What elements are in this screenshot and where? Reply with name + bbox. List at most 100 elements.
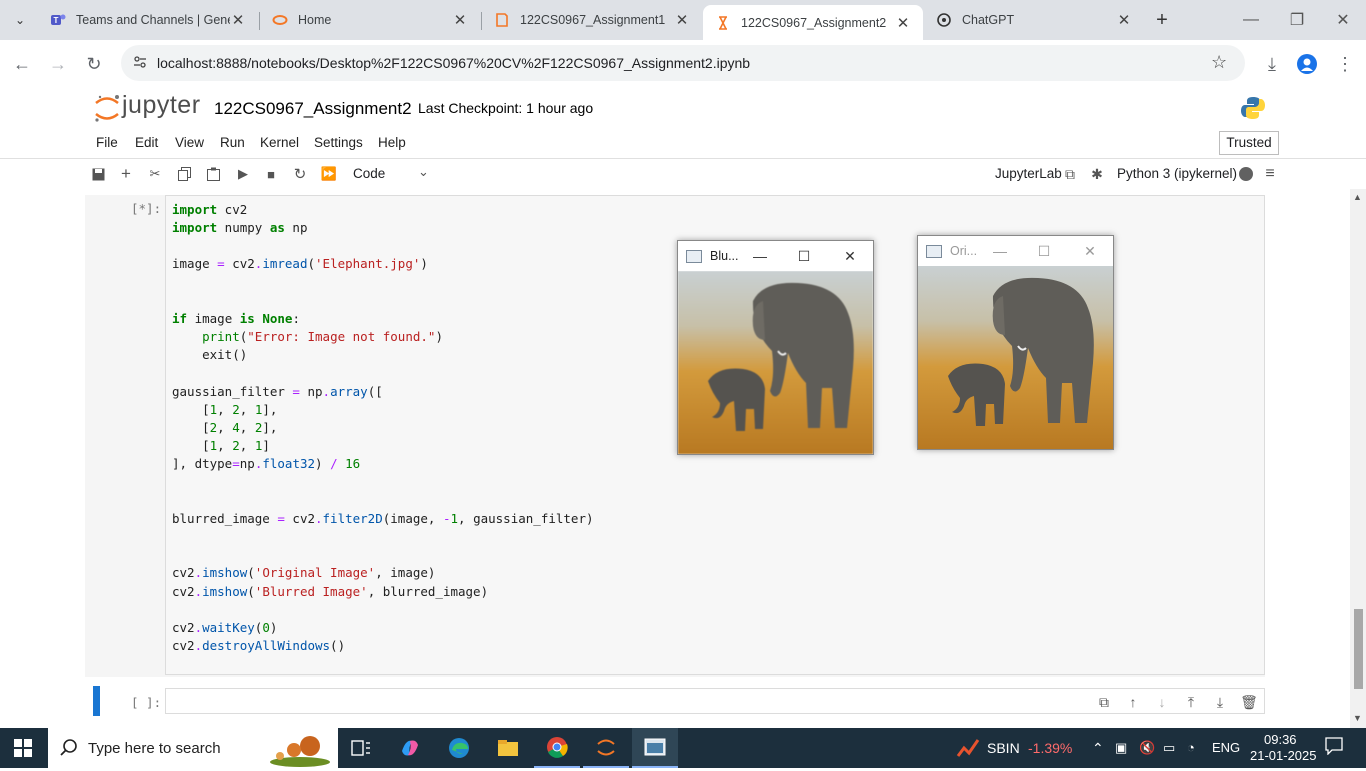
- menu-run[interactable]: Run: [220, 135, 245, 150]
- menu-kernel[interactable]: Kernel: [260, 135, 299, 150]
- insert-below-icon[interactable]: ⤓: [1211, 693, 1229, 711]
- menu-help[interactable]: Help: [378, 135, 406, 150]
- chrome-icon[interactable]: [534, 728, 580, 768]
- tab-assignment2[interactable]: 122CS0967_Assignment2 ✕: [703, 5, 923, 40]
- delete-cell-icon[interactable]: 🗑: [1240, 693, 1258, 711]
- scrollbar[interactable]: ▲ ▼: [1350, 189, 1366, 728]
- fast-forward-icon[interactable]: ⏩: [320, 165, 338, 183]
- file-explorer-icon[interactable]: [485, 728, 531, 768]
- windows-taskbar: Type here to search SBIN -1.39% ⌃ ▣ 🔇 ▭ …: [0, 728, 1366, 768]
- jupyter-logo-icon[interactable]: [92, 93, 122, 123]
- jupyterlab-link[interactable]: JupyterLab: [995, 166, 1062, 181]
- code-line: [1, 2, 1],: [172, 402, 278, 417]
- display-icon[interactable]: ▭: [1163, 740, 1175, 756]
- move-up-icon[interactable]: ↑: [1124, 693, 1142, 711]
- tab-assignment1[interactable]: 122CS0967_Assignment1 ✕: [482, 0, 702, 40]
- stock-widget-icon[interactable]: [956, 738, 980, 761]
- close-icon[interactable]: ✕: [838, 245, 862, 267]
- jupyter-icon: [272, 12, 288, 28]
- tab-chatgpt[interactable]: ChatGPT ✕: [924, 0, 1144, 40]
- new-tab-button[interactable]: +: [1150, 8, 1174, 32]
- menu-file[interactable]: File: [96, 135, 118, 150]
- stock-change[interactable]: -1.39%: [1028, 740, 1072, 756]
- maximize-icon[interactable]: ☐: [1032, 240, 1056, 262]
- show-hidden-icons-chevron-icon[interactable]: ⌃: [1092, 740, 1104, 757]
- original-image-window[interactable]: Ori... — ☐ ✕: [917, 235, 1114, 450]
- close-icon[interactable]: ✕: [895, 15, 911, 32]
- minimize-icon[interactable]: —: [1228, 0, 1274, 40]
- windows-start-icon[interactable]: [0, 728, 46, 768]
- copilot-icon[interactable]: [387, 728, 433, 768]
- kernel-name[interactable]: Python 3 (ipykernel): [1117, 166, 1237, 181]
- notifications-icon[interactable]: [1325, 737, 1343, 758]
- trusted-badge[interactable]: Trusted: [1219, 131, 1279, 155]
- chevron-down-icon[interactable]: ⌄: [418, 164, 429, 180]
- forward-icon[interactable]: →: [46, 52, 70, 76]
- move-down-icon[interactable]: ↓: [1153, 693, 1171, 711]
- address-bar[interactable]: localhost:8888/notebooks/Desktop%2F122CS…: [121, 45, 1245, 81]
- scrollbar-thumb[interactable]: [1354, 609, 1363, 689]
- tab-teams[interactable]: T Teams and Channels | Gene ✕: [38, 0, 258, 40]
- code-line: blurred_image = cv2.filter2D(image, -1, …: [172, 511, 594, 526]
- download-icon[interactable]: ⤓: [1260, 52, 1284, 76]
- stop-icon[interactable]: ■: [262, 165, 280, 183]
- clock-date[interactable]: 21-01-2025: [1250, 748, 1317, 763]
- external-link-icon[interactable]: ⧉: [1061, 165, 1079, 183]
- close-icon[interactable]: ✕: [674, 12, 690, 29]
- duplicate-cell-icon[interactable]: ⧉: [1095, 693, 1113, 711]
- save-icon[interactable]: [89, 165, 107, 183]
- menu-edit[interactable]: Edit: [135, 135, 158, 150]
- scroll-up-icon[interactable]: ▲: [1353, 192, 1362, 202]
- minimize-icon[interactable]: —: [748, 245, 772, 267]
- tab-search-button[interactable]: ⌄: [8, 8, 32, 32]
- paste-icon[interactable]: [204, 165, 222, 183]
- reload-icon[interactable]: ↻: [82, 52, 106, 76]
- hamburger-menu-icon[interactable]: ≡: [1261, 165, 1279, 183]
- minimize-icon[interactable]: —: [988, 240, 1012, 262]
- jupyter-book-icon: [494, 12, 510, 28]
- restore-icon[interactable]: ❐: [1274, 0, 1320, 40]
- window-app-icon: [686, 249, 702, 263]
- scroll-down-icon[interactable]: ▼: [1353, 713, 1362, 723]
- blurred-image-window[interactable]: Blu... — ☐ ✕: [677, 240, 874, 455]
- notebook-title[interactable]: 122CS0967_Assignment2: [214, 99, 412, 119]
- jupyter-taskbar-icon[interactable]: [583, 728, 629, 768]
- close-window-icon[interactable]: ✕: [1320, 0, 1366, 40]
- bookmark-star-icon[interactable]: ☆: [1211, 52, 1227, 73]
- tab-home[interactable]: Home ✕: [260, 0, 480, 40]
- volume-muted-icon[interactable]: 🔇: [1139, 740, 1155, 756]
- language-indicator[interactable]: ENG: [1212, 740, 1240, 755]
- wifi-icon[interactable]: ◔: [1187, 740, 1195, 755]
- close-icon[interactable]: ✕: [1116, 12, 1132, 29]
- menu-settings[interactable]: Settings: [314, 135, 363, 150]
- code-line: [1, 2, 1]: [172, 438, 270, 453]
- close-icon[interactable]: ✕: [452, 12, 468, 29]
- edge-icon[interactable]: [436, 728, 482, 768]
- opencv-window-taskbar-icon[interactable]: [632, 728, 678, 768]
- site-info-icon[interactable]: [133, 55, 147, 69]
- notebook-toolbar: + ✂ ▶ ■ ↻ ⏩ Code ⌄ JupyterLab ⧉ ✱ Python…: [0, 159, 1366, 190]
- taskbar-search-box[interactable]: Type here to search: [48, 728, 338, 768]
- profile-avatar[interactable]: [1295, 52, 1319, 76]
- close-icon[interactable]: ✕: [1078, 240, 1102, 262]
- maximize-icon[interactable]: ☐: [792, 245, 816, 267]
- stock-name[interactable]: SBIN: [987, 740, 1020, 756]
- svg-text:T: T: [54, 16, 59, 25]
- add-cell-icon[interactable]: +: [117, 164, 135, 183]
- restart-icon[interactable]: ↻: [291, 165, 309, 183]
- meet-now-icon[interactable]: ▣: [1115, 740, 1127, 756]
- cut-icon[interactable]: ✂: [146, 165, 164, 183]
- python-logo-icon: [1240, 95, 1266, 121]
- browser-menu-icon[interactable]: ⋮: [1333, 52, 1357, 76]
- cell-type-select[interactable]: Code: [353, 166, 385, 181]
- copy-icon[interactable]: [175, 165, 193, 183]
- close-icon[interactable]: ✕: [230, 12, 246, 29]
- back-icon[interactable]: ←: [10, 52, 34, 76]
- task-view-icon[interactable]: [338, 728, 384, 768]
- run-icon[interactable]: ▶: [234, 165, 252, 183]
- insert-above-icon[interactable]: ⤒: [1182, 693, 1200, 711]
- debugger-bug-icon[interactable]: ✱: [1088, 165, 1106, 183]
- clock-time[interactable]: 09:36: [1264, 732, 1297, 747]
- cell-prompt: [*]:: [131, 201, 162, 216]
- menu-view[interactable]: View: [175, 135, 204, 150]
